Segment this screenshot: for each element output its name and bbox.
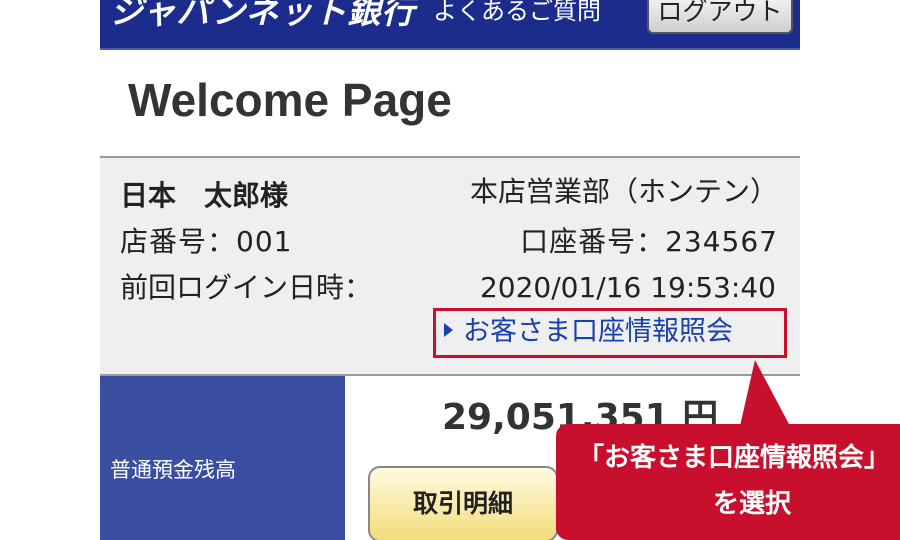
faq-link[interactable]: よくあるご質問 xyxy=(433,0,601,28)
account-info-panel: 日本 太郎様 本店営業部（ホンテン） 店番号：001 口座番号：234567 前… xyxy=(100,156,800,376)
bank-logo[interactable]: ジャパンネット銀行 xyxy=(110,0,415,32)
page-title: Welcome Page xyxy=(128,74,452,126)
last-login-label: 前回ログイン日時： xyxy=(120,271,373,304)
branch-name: 本店営業部（ホンテン） xyxy=(469,175,778,208)
balance-label-cell: 普通預金残高 xyxy=(100,376,345,540)
transaction-detail-button[interactable]: 取引明細 xyxy=(368,466,558,540)
header-divider xyxy=(100,48,800,50)
account-info-link[interactable]: お客さま口座情報照会 xyxy=(444,314,733,350)
store-number: 店番号：001 xyxy=(120,225,293,258)
instruction-callout: 「お客さま口座情報照会」 を選択 xyxy=(556,424,900,540)
triangle-right-icon xyxy=(444,322,453,337)
account-info-link-label: お客さま口座情報照会 xyxy=(463,316,733,347)
account-number: 口座番号：234567 xyxy=(520,225,778,258)
balance-label: 普通預金残高 xyxy=(110,458,236,482)
last-login-value: 2020/01/16 19:53:40 xyxy=(479,271,776,304)
logout-button[interactable]: ログアウト xyxy=(647,0,793,34)
header-bar: ジャパンネット銀行 よくあるご質問 ログアウト xyxy=(100,0,800,48)
customer-name: 日本 太郎様 xyxy=(120,179,289,212)
callout-line-1: 「お客さま口座情報照会」 xyxy=(578,443,891,473)
callout-line-2: を選択 xyxy=(713,489,792,519)
